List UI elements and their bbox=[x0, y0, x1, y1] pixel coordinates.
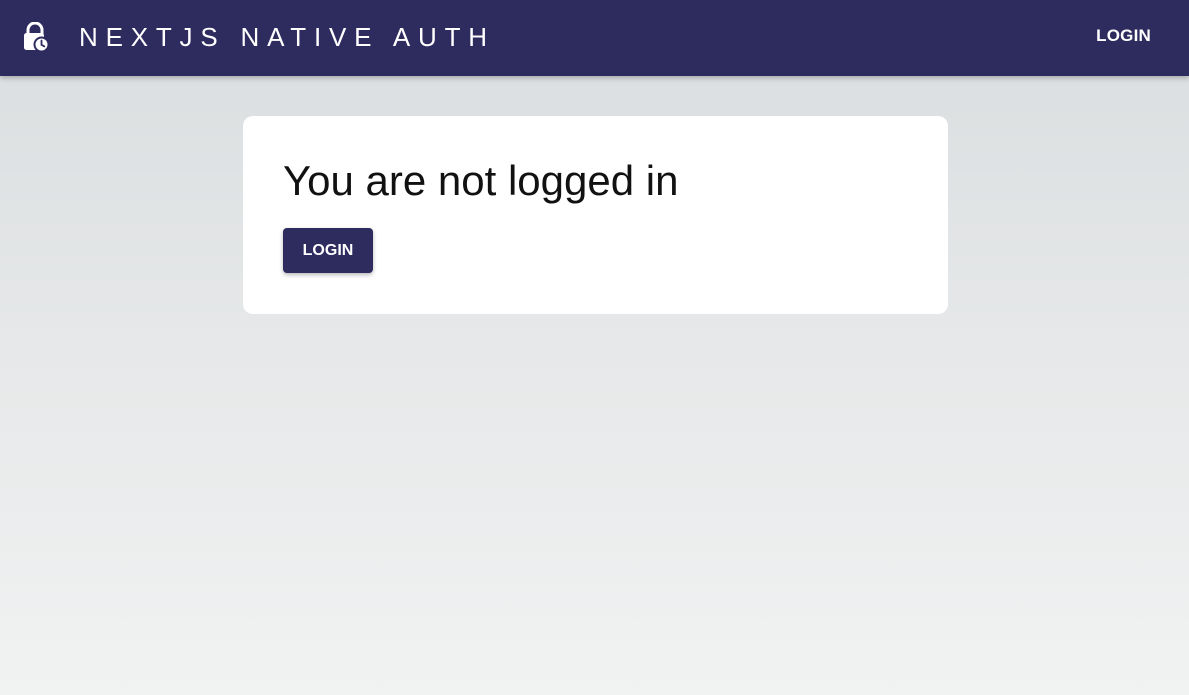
auth-status-card: You are not logged in LOGIN bbox=[243, 116, 948, 314]
login-button[interactable]: LOGIN bbox=[283, 228, 373, 273]
app-bar: NEXTJS NATIVE AUTH LOGIN bbox=[0, 0, 1189, 76]
nav-login-button[interactable]: LOGIN bbox=[1084, 20, 1163, 52]
auth-status-heading: You are not logged in bbox=[283, 157, 679, 204]
app-title: NEXTJS NATIVE AUTH bbox=[79, 22, 495, 52]
lock-clock-icon bbox=[22, 21, 50, 53]
